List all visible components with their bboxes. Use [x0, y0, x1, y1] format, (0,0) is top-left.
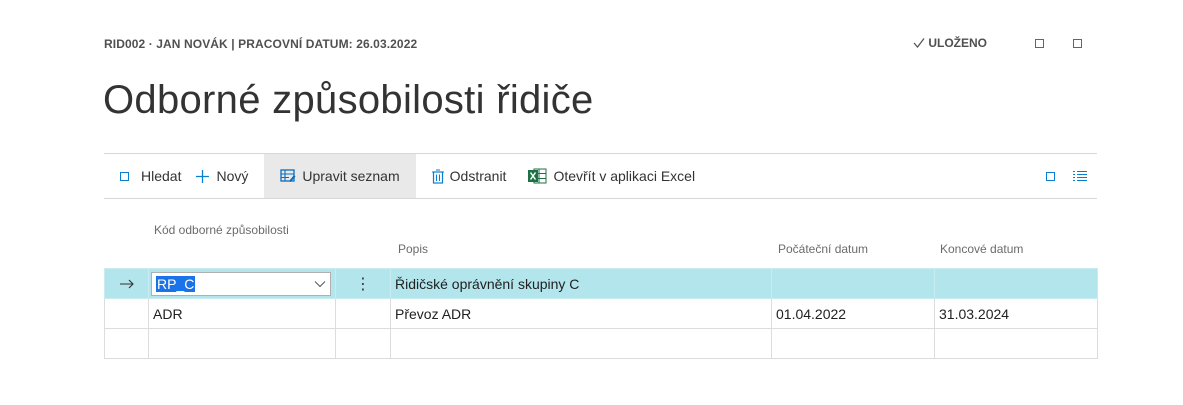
- end-date-cell[interactable]: [934, 268, 1098, 299]
- description-cell[interactable]: [390, 328, 772, 359]
- breadcrumb: RID002 · JAN NOVÁK | PRACOVNÍ DATUM: 26.…: [104, 37, 418, 51]
- new-label: Nový: [216, 168, 249, 184]
- grid-header: Kód odborné způsobilosti Popis Počáteční…: [104, 213, 1097, 269]
- row-indicator: [104, 328, 149, 359]
- delete-button[interactable]: Odstranit: [416, 154, 517, 198]
- code-cell[interactable]: ADR: [148, 298, 336, 329]
- plus-icon: [196, 169, 210, 183]
- open-excel-label: Otevřít v aplikaci Excel: [553, 168, 696, 184]
- saved-status: ULOŽENO: [913, 36, 987, 50]
- row-indicator: [104, 268, 149, 299]
- table-row[interactable]: ADR Převoz ADR 01.04.2022 31.03.2024: [104, 298, 1098, 329]
- code-dropdown[interactable]: RP_C: [151, 271, 331, 296]
- saved-label: ULOŽENO: [928, 36, 987, 50]
- arrow-right-icon: [119, 279, 134, 288]
- action-bar: Hledat Nový Upravit seznam Odstranit Ote…: [104, 153, 1097, 199]
- excel-icon: [528, 168, 547, 184]
- edit-list-icon: [280, 169, 296, 182]
- collapse-icon[interactable]: [1073, 39, 1082, 48]
- start-date-cell[interactable]: 01.04.2022: [771, 298, 935, 329]
- code-cell[interactable]: RP_C: [148, 268, 336, 299]
- search-label: Hledat: [141, 168, 182, 184]
- trash-icon: [431, 168, 444, 184]
- end-date-cell[interactable]: 31.03.2024: [934, 298, 1098, 329]
- chevron-down-icon[interactable]: [314, 280, 326, 288]
- page-title: Odborné způsobilosti řidiče: [103, 78, 594, 122]
- table-row[interactable]: RP_C ⋮ Řidičské oprávnění skupiny C: [104, 268, 1098, 299]
- description-cell[interactable]: Převoz ADR: [390, 298, 772, 329]
- description-cell[interactable]: Řidičské oprávnění skupiny C: [390, 268, 772, 299]
- open-excel-button[interactable]: Otevřít v aplikaci Excel: [516, 154, 705, 198]
- row-actions-cell[interactable]: [335, 298, 391, 329]
- open-new-window-icon[interactable]: [1035, 39, 1044, 48]
- list-view-icon[interactable]: [1073, 170, 1087, 182]
- column-header-description[interactable]: Popis: [398, 242, 428, 256]
- delete-label: Odstranit: [449, 168, 507, 184]
- checkmark-icon: [913, 38, 925, 48]
- end-date-cell[interactable]: [934, 328, 1098, 359]
- row-actions-cell[interactable]: ⋮: [335, 268, 391, 299]
- filter-pane-icon[interactable]: [1046, 171, 1055, 181]
- search-icon: [120, 171, 129, 181]
- table-row[interactable]: [104, 328, 1098, 359]
- row-indicator: [104, 298, 149, 329]
- code-cell[interactable]: [148, 328, 336, 359]
- more-options-icon[interactable]: ⋮: [355, 276, 371, 293]
- code-value: RP_C: [156, 275, 196, 292]
- edit-list-button[interactable]: Upravit seznam: [264, 154, 416, 198]
- new-button[interactable]: Nový: [191, 154, 258, 198]
- start-date-cell[interactable]: [771, 268, 935, 299]
- search-button[interactable]: Hledat: [104, 154, 191, 198]
- column-header-end-date[interactable]: Koncové datum: [940, 242, 1023, 256]
- row-actions-cell[interactable]: [335, 328, 391, 359]
- data-grid: RP_C ⋮ Řidičské oprávnění skupiny C ADR …: [104, 268, 1098, 359]
- column-header-start-date[interactable]: Počáteční datum: [778, 242, 868, 256]
- column-header-code[interactable]: Kód odborné způsobilosti: [154, 222, 304, 238]
- edit-list-label: Upravit seznam: [302, 168, 400, 184]
- start-date-cell[interactable]: [771, 328, 935, 359]
